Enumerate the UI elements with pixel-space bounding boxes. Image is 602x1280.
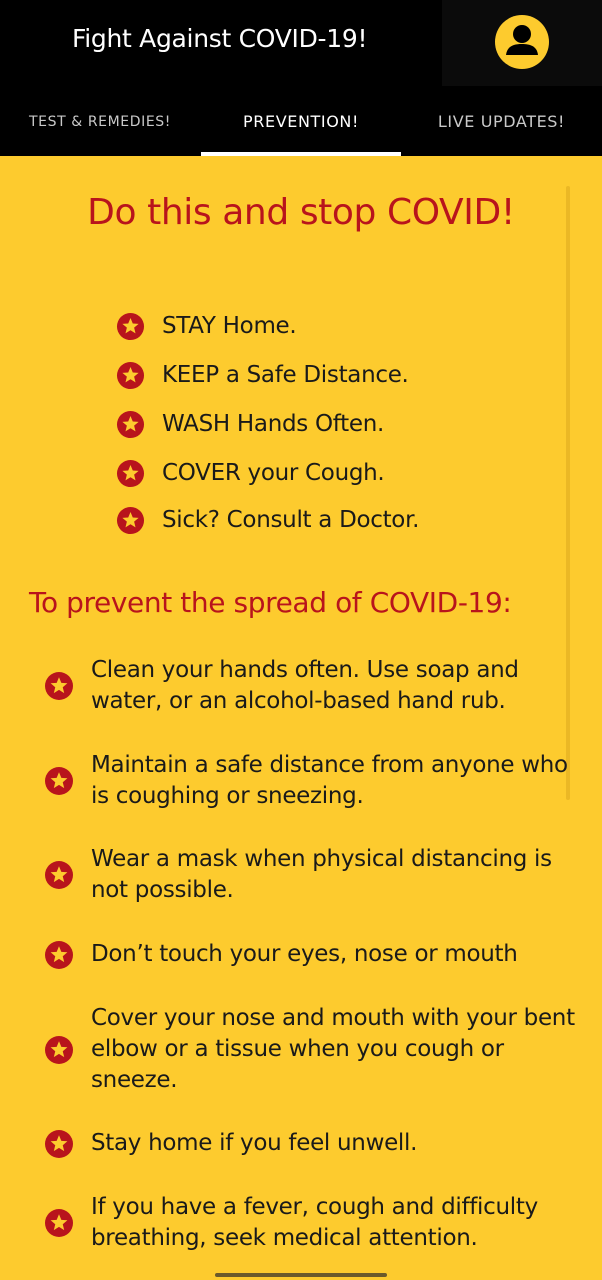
tab-bar: TEST & REMEDIES! PREVENTION! LIVE UPDATE…	[0, 86, 602, 156]
app-bar: Fight Against COVID-19!	[0, 0, 602, 86]
account-circle-icon[interactable]	[494, 14, 550, 70]
rule-text: WASH Hands Often.	[162, 411, 385, 437]
rule-item: Sick? Consult a Doctor.	[116, 504, 419, 536]
section-subheading: To prevent the spread of COVID-19:	[29, 586, 512, 619]
tip-text: Clean your hands often. Use soap and wat…	[91, 657, 519, 714]
star-circle-icon	[44, 940, 74, 970]
star-circle-icon	[116, 361, 145, 390]
rule-text: Sick? Consult a Doctor.	[162, 507, 420, 533]
rule-item: WASH Hands Often.	[116, 408, 384, 440]
page-heading: Do this and stop COVID!	[87, 192, 515, 233]
star-circle-icon	[44, 671, 74, 701]
tip-item: Wear a mask when physical distancing is …	[44, 844, 584, 906]
tip-item: Cover your nose and mouth with your bent…	[44, 1003, 584, 1096]
tip-item: Clean your hands often. Use soap and wat…	[44, 655, 584, 717]
app-title: Fight Against COVID-19!	[72, 24, 368, 53]
tip-text: Stay home if you feel unwell.	[91, 1130, 418, 1156]
star-circle-icon	[116, 410, 145, 439]
tab-selected-indicator	[201, 152, 401, 156]
rule-text: COVER your Cough.	[162, 460, 385, 486]
tab-live-updates[interactable]: LIVE UPDATES!	[401, 86, 602, 156]
tip-text: Don’t touch your eyes, nose or mouth	[91, 941, 518, 967]
rule-item: KEEP a Safe Distance.	[116, 359, 409, 391]
rule-item: STAY Home.	[116, 310, 297, 342]
tip-text: Wear a mask when physical distancing is …	[91, 846, 552, 903]
star-circle-icon	[116, 312, 145, 341]
tip-item: Maintain a safe distance from anyone who…	[44, 750, 584, 812]
tip-item: Stay home if you feel unwell.	[44, 1128, 584, 1159]
rule-text: KEEP a Safe Distance.	[162, 362, 409, 388]
tip-item: Don’t touch your eyes, nose or mouth	[44, 939, 584, 970]
rule-item: COVER your Cough.	[116, 457, 385, 489]
tip-text: If you have a fever, cough and difficult…	[91, 1194, 538, 1251]
tip-text: Maintain a safe distance from anyone who…	[91, 752, 568, 809]
star-circle-icon	[44, 1208, 74, 1238]
tip-item: If you have a fever, cough and difficult…	[44, 1192, 584, 1254]
star-circle-icon	[116, 506, 145, 535]
star-circle-icon	[44, 766, 74, 796]
tip-text: Cover your nose and mouth with your bent…	[91, 1005, 575, 1093]
profile-button[interactable]	[442, 0, 602, 86]
star-circle-icon	[116, 459, 145, 488]
tab-prevention[interactable]: PREVENTION!	[201, 86, 401, 156]
tab-test-remedies[interactable]: TEST & REMEDIES!	[0, 86, 200, 156]
star-circle-icon	[44, 1129, 74, 1159]
star-circle-icon	[44, 860, 74, 890]
home-indicator[interactable]	[215, 1273, 387, 1277]
rule-text: STAY Home.	[162, 313, 297, 339]
star-circle-icon	[44, 1035, 74, 1065]
